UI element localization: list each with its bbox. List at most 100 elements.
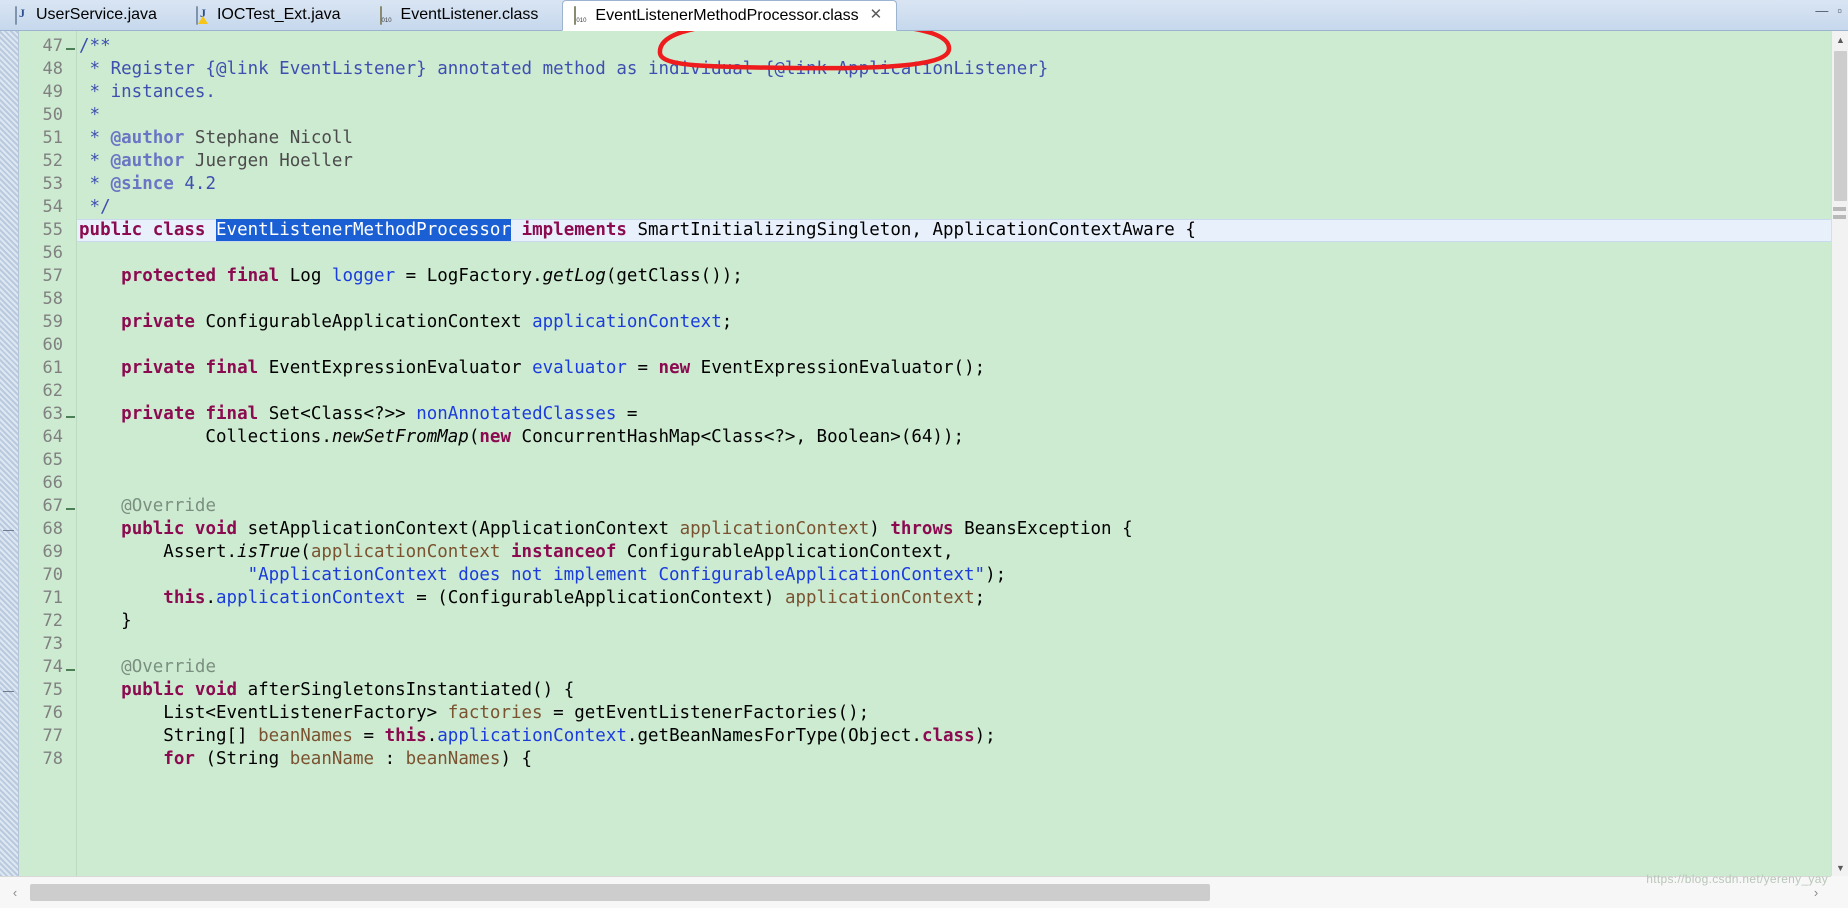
fold-toggle-63[interactable] [65, 403, 76, 426]
java-file-icon [15, 5, 31, 25]
watermark-text: https://blog.csdn.net/yereny_yay [1646, 872, 1828, 886]
code-line-55: public class EventListenerMethodProcesso… [77, 219, 1837, 242]
line-number: 75 [42, 680, 63, 700]
line-number: 50 [42, 105, 63, 125]
line-number: 78 [42, 749, 63, 769]
horizontal-scrollbar[interactable]: ‹ › [0, 876, 1848, 908]
code-line-48: * Register {@link EventListener} annotat… [79, 59, 1049, 79]
fold-toggle-67[interactable] [65, 495, 76, 518]
line-number: 59 [42, 312, 63, 332]
tab-ioctest-ext-java[interactable]: IOCTest_Ext.java [185, 0, 355, 30]
line-number: 58 [42, 289, 63, 309]
code-line-53: * @since 4.2 [79, 174, 216, 194]
line-number: 65 [42, 450, 63, 470]
tab-event-listener-class[interactable]: EventListener.class [369, 0, 553, 30]
scroll-left-arrow[interactable]: ‹ [0, 878, 30, 908]
horizontal-scroll-thumb[interactable] [30, 884, 1210, 901]
line-number: 74 [42, 657, 63, 677]
line-number: 73 [42, 634, 63, 654]
line-number: 69 [42, 542, 63, 562]
fold-indicator-75[interactable] [3, 686, 14, 697]
code-line-61: private final EventExpressionEvaluator e… [121, 358, 986, 378]
fold-toggle-74[interactable] [65, 656, 76, 679]
code-line-71: this.applicationContext = (ConfigurableA… [163, 588, 986, 608]
code-line-52: * @author Juergen Hoeller [79, 151, 353, 171]
fold-indicator-68[interactable] [3, 525, 14, 536]
eclipse-editor-window: UserService.java IOCTest_Ext.java EventL… [0, 0, 1848, 908]
class-file-icon [574, 6, 590, 25]
vertical-scroll-thumb[interactable] [1834, 51, 1847, 201]
tab-label: EventListener.class [400, 6, 539, 23]
vertical-scrollbar[interactable]: ▲ ▼ [1831, 31, 1848, 876]
line-number: 64 [42, 427, 63, 447]
line-number: 66 [42, 473, 63, 493]
code-line-63: private final Set<Class<?>> nonAnnotated… [121, 404, 638, 424]
source-code-text[interactable]: /** * Register {@link EventListener} ann… [77, 31, 1848, 876]
line-number: 70 [42, 565, 63, 585]
fold-toggle-47[interactable] [65, 35, 76, 58]
code-line-75: public void afterSingletonsInstantiated(… [121, 680, 575, 700]
code-line-51: * @author Stephane Nicoll [79, 128, 353, 148]
line-number: 53 [42, 174, 63, 194]
class-file-icon [379, 5, 396, 25]
window-controls: — ▫ [1815, 4, 1842, 17]
java-file-warning-icon [195, 5, 212, 25]
tab-event-listener-method-processor-class[interactable]: EventListenerMethodProcessor.class ✕ [562, 0, 898, 31]
code-line-47: /** [79, 36, 111, 56]
selected-identifier: EventListenerMethodProcessor [216, 219, 512, 241]
code-line-54: */ [79, 197, 111, 217]
scroll-up-arrow[interactable]: ▲ [1832, 31, 1848, 48]
tab-label: UserService.java [36, 6, 157, 23]
code-line-57: protected final Log logger = LogFactory.… [121, 266, 743, 286]
code-editor[interactable]: 47 48 49 50 51 52 53 54 55 56 57 58 59 60 61 62 63 64 65 66… [0, 31, 1848, 876]
editor-tab-bar: UserService.java IOCTest_Ext.java EventL… [0, 0, 1848, 31]
tab-close-icon[interactable]: ✕ [870, 7, 883, 22]
code-line-49: * instances. [79, 82, 216, 102]
code-line-74: @Override [121, 657, 216, 677]
code-line-78: for (String beanName : beanNames) { [163, 749, 533, 769]
code-folding-column[interactable] [65, 31, 77, 876]
code-line-72: } [79, 611, 132, 631]
line-number: 72 [42, 611, 63, 631]
maximize-icon[interactable]: ▫ [1837, 4, 1842, 17]
line-number: 48 [42, 59, 63, 79]
line-number: 49 [42, 82, 63, 102]
code-line-59: private ConfigurableApplicationContext a… [121, 312, 733, 332]
annotation-ruler[interactable] [0, 31, 19, 876]
code-line-67: @Override [121, 496, 216, 516]
scroll-down-arrow[interactable]: ▼ [1832, 859, 1848, 876]
scroll-annotation-mark [1833, 207, 1846, 211]
tab-user-service-java[interactable]: UserService.java [4, 0, 171, 30]
minimize-icon[interactable]: — [1815, 4, 1828, 17]
code-line-68: public void setApplicationContext(Applic… [121, 519, 1133, 539]
line-number: 57 [42, 266, 63, 286]
tab-label: EventListenerMethodProcessor.class [595, 6, 859, 24]
line-number: 55 [42, 220, 63, 240]
line-number: 54 [42, 197, 63, 217]
scrollbar-corner [1831, 876, 1848, 908]
